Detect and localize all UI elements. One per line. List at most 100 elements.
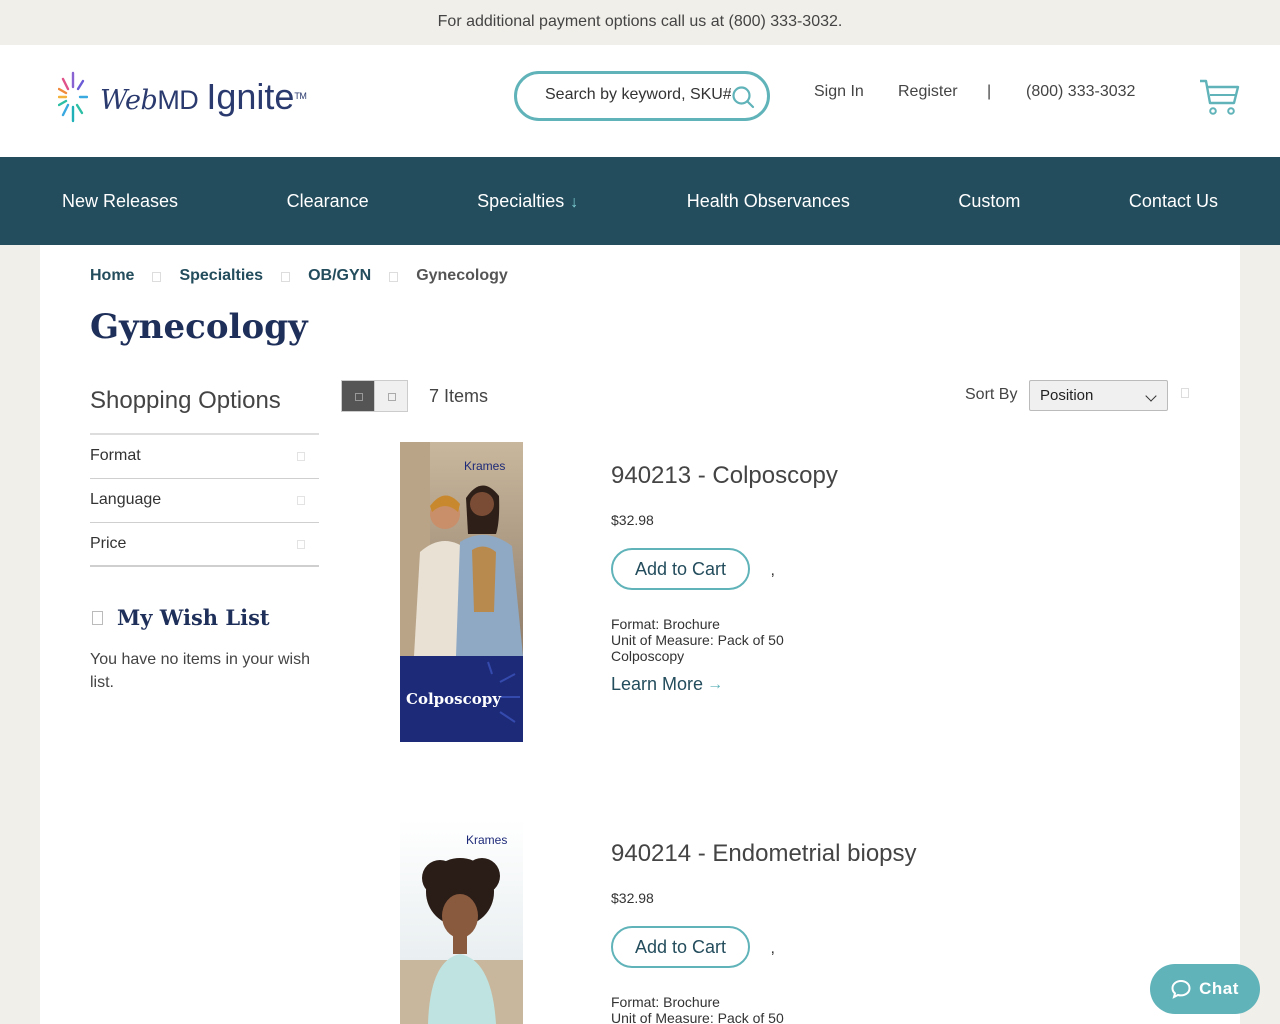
sort-select[interactable]: Position [1029,380,1168,411]
breadcrumb-separator-icon [152,272,162,282]
chevron-down-icon [1145,390,1157,402]
product-image-art: Krames [400,820,523,1024]
site-header: WebMDIgniteTM Sign In Register | (800) 3… [0,45,1280,157]
comma-text: , [770,561,775,579]
search-input[interactable] [545,86,731,104]
wishlist-title: My Wish List [90,605,319,630]
add-to-cart-button[interactable]: Add to Cart [611,548,750,590]
filter-format[interactable]: Format [90,435,319,479]
search-icon[interactable] [731,85,755,109]
promo-bar: For additional payment options call us a… [0,0,1280,45]
product-attributes: Format: Brochure Unit of Measure: Pack o… [611,994,1111,1024]
product-uom: Unit of Measure: Pack of 50 [611,1010,784,1024]
main-content: Home Specialties OB/GYN Gynecology Gynec… [40,245,1240,1024]
breadcrumb-separator-icon [281,272,291,282]
list-view-button[interactable] [374,380,408,412]
wishlist-title-text: My Wish List [117,605,270,630]
add-to-cart-button[interactable]: Add to Cart [611,926,750,968]
breadcrumb-current: Gynecology [416,267,508,284]
sign-in-link[interactable]: Sign In [814,83,864,101]
product-info: 940214 - Endometrial biopsy $32.98 Add t… [611,820,1111,1024]
product-price: $32.98 [611,890,654,906]
product-name-link[interactable]: 940214 - Endometrial biopsy [611,840,1111,868]
main-nav: New Releases Clearance Specialties ↓ Heal… [0,157,1280,245]
logo-wordmark: WebMD IgniteTM [100,76,307,118]
breadcrumb-separator-icon [389,272,399,282]
product-image-art: Krames Colposcopy [400,442,523,742]
product-info: 940213 - Colposcopy $32.98 Add to Cart ,… [611,442,1111,695]
logo-md: MD [157,85,199,115]
filter-label: Language [90,491,162,508]
breadcrumb-obgyn[interactable]: OB/GYN [308,267,371,285]
nav-health-observances[interactable]: Health Observances [687,191,850,212]
chat-bubble-icon [1171,979,1191,999]
product-image[interactable]: Krames [400,820,523,1024]
logo-burst-icon [58,71,88,123]
search-box [514,71,770,121]
cart-icon[interactable] [1198,75,1240,117]
filter-language[interactable]: Language [90,479,319,523]
thumb-title-text: Colposcopy [406,690,502,708]
product-name-link[interactable]: 940213 - Colposcopy [611,462,1111,490]
expand-icon [297,452,305,461]
expand-icon [297,540,305,549]
grid-view-button[interactable] [341,380,375,412]
nav-label: Health Observances [686,190,850,211]
nav-label: Specialties [477,190,565,211]
product-attributes: Format: Brochure Unit of Measure: Pack o… [611,616,1111,664]
nav-label: Clearance [286,190,369,211]
product-description: Colposcopy [611,648,685,664]
phone-link[interactable]: (800) 333-3032 [1026,83,1135,101]
wishlist-empty-text: You have no items in your wish list. [90,651,310,691]
product-format: Format: Brochure [611,994,720,1010]
promo-text: For additional payment options call us a… [437,13,843,30]
logo-ignite: Ignite [206,76,295,117]
chat-label: Chat [1199,979,1239,998]
list-icon [388,393,396,401]
arrow-down-icon: ↓ [570,193,579,211]
breadcrumb-home[interactable]: Home [90,267,134,285]
nav-label: New Releases [62,190,179,211]
filter-list: Format Language Price [90,435,319,567]
breadcrumb-specialties[interactable]: Specialties [179,267,263,285]
expand-icon [297,496,305,505]
product-image[interactable]: Krames Colposcopy [400,442,523,742]
logo-web: Web [100,85,158,116]
sort-select-value: Position [1040,387,1094,404]
nav-new-releases[interactable]: New Releases [62,191,178,212]
chat-button[interactable]: Chat [1150,964,1260,1014]
thumb-brand-text: Krames [464,459,505,473]
learn-more-link[interactable]: Learn More → [611,674,1111,695]
sort-by-label: Sort By [965,386,1018,403]
products-toolbar: 7 Items Sort By Position [341,380,1190,412]
product-price: $32.98 [611,512,654,528]
arrow-right-icon: → [707,675,724,693]
shopping-options-title: Shopping Options [90,387,319,435]
product-uom: Unit of Measure: Pack of 50 [611,632,784,648]
heart-icon [92,610,103,625]
webmd-ignite-logo[interactable]: WebMD IgniteTM [58,70,307,124]
filter-label: Format [90,447,141,464]
sidebar: Shopping Options Format Language Price M… [90,387,319,694]
nav-label: Contact Us [1128,190,1218,211]
comma-text: , [770,939,775,957]
nav-clearance[interactable]: Clearance [287,191,369,212]
thumb-brand-text: Krames [466,833,507,847]
register-link[interactable]: Register [898,83,958,101]
logo-tm: TM [294,91,307,101]
breadcrumb: Home Specialties OB/GYN Gynecology [90,267,508,285]
filter-price[interactable]: Price [90,523,319,567]
sort-direction-icon[interactable] [1181,388,1189,398]
product-format: Format: Brochure [611,616,720,632]
grid-icon [355,393,363,401]
nav-contact-us[interactable]: Contact Us [1129,191,1218,212]
nav-custom[interactable]: Custom [958,191,1020,212]
nav-label: Custom [958,190,1021,211]
nav-specialties[interactable]: Specialties ↓ [477,191,578,212]
item-count: 7 Items [429,386,489,406]
header-divider: | [987,83,992,100]
wishlist-block: My Wish List You have no items in your w… [90,605,319,694]
page-title: Gynecology [90,307,308,347]
learn-more-label: Learn More [611,674,704,694]
filter-label: Price [90,535,127,552]
